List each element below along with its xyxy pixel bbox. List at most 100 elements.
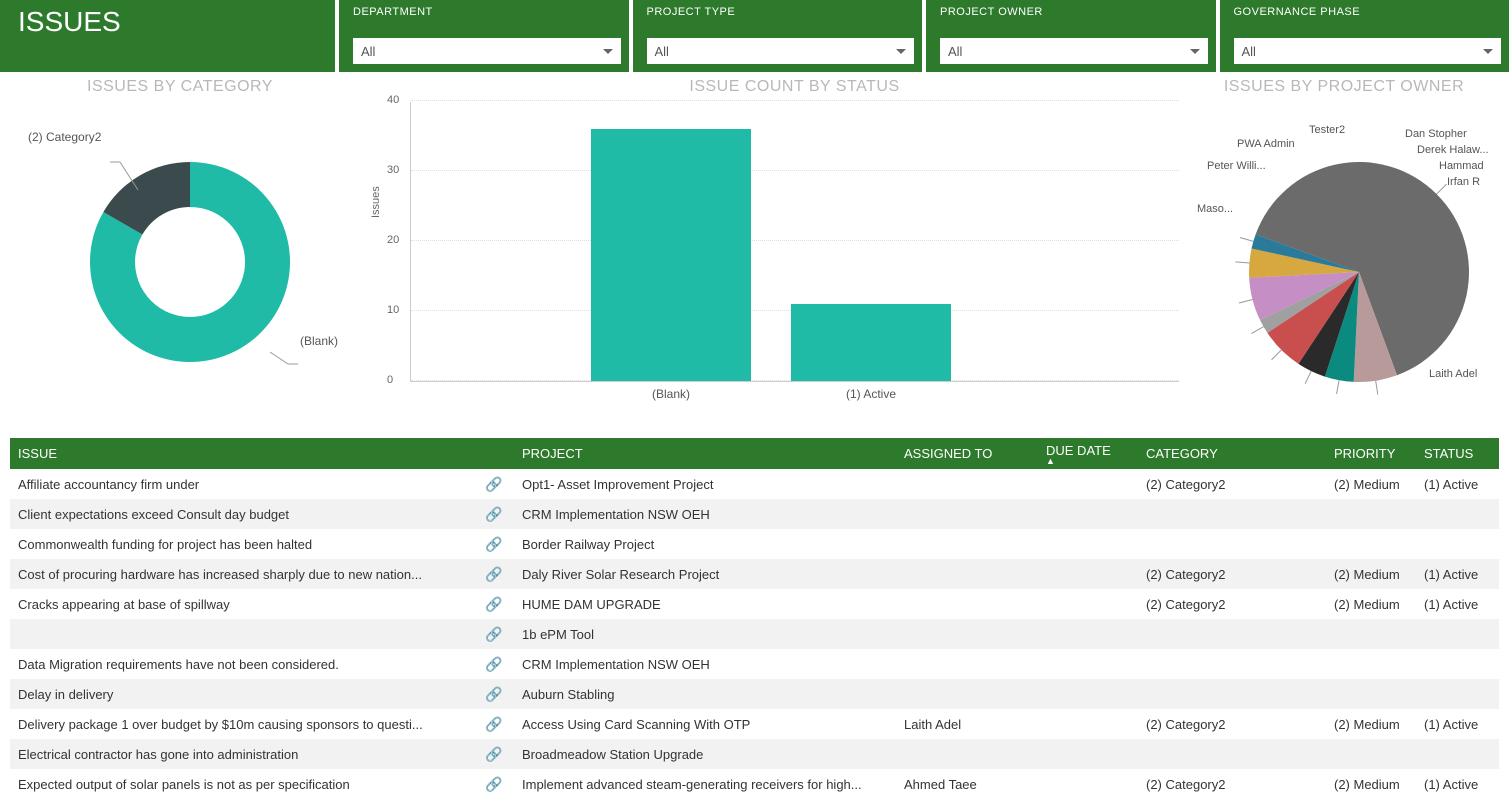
cell-link[interactable]: 🔗	[474, 681, 514, 708]
pie-label: Laith Adel	[1429, 368, 1477, 380]
cell-category: (2) Category2	[1138, 712, 1326, 737]
table-row[interactable]: Expected output of solar panels is not a…	[10, 769, 1499, 799]
cell-due	[1038, 629, 1138, 639]
cell-assigned	[896, 599, 1038, 609]
cell-issue: Electrical contractor has gone into admi…	[10, 742, 474, 767]
issues-table: ISSUE PROJECT ASSIGNED TO DUE DATE ▲ CAT…	[10, 437, 1499, 799]
link-icon: 🔗	[485, 596, 502, 612]
cell-priority	[1326, 509, 1416, 519]
link-icon: 🔗	[485, 536, 502, 552]
table-row[interactable]: Data Migration requirements have not bee…	[10, 649, 1499, 679]
cell-link[interactable]: 🔗	[474, 531, 514, 558]
cell-project: Opt1- Asset Improvement Project	[514, 472, 896, 497]
link-icon: 🔗	[485, 776, 502, 792]
cell-link[interactable]: 🔗	[474, 591, 514, 618]
cell-assigned	[896, 749, 1038, 759]
cell-link[interactable]: 🔗	[474, 741, 514, 768]
cell-project: Implement advanced steam-generating rece…	[514, 772, 896, 797]
col-issue[interactable]: ISSUE	[10, 441, 474, 466]
col-category[interactable]: CATEGORY	[1138, 441, 1326, 466]
col-project[interactable]: PROJECT	[514, 441, 896, 466]
cell-priority: (2) Medium	[1326, 772, 1416, 797]
cell-project: Auburn Stabling	[514, 682, 896, 707]
cell-priority: (2) Medium	[1326, 472, 1416, 497]
filter-value: All	[1242, 44, 1256, 59]
donut-label-blank: (Blank)	[300, 334, 338, 348]
cell-category: (2) Category2	[1138, 772, 1326, 797]
filter-select-project-owner[interactable]: All	[940, 38, 1208, 64]
cell-due	[1038, 599, 1138, 609]
link-icon: 🔗	[485, 686, 502, 702]
col-priority[interactable]: PRIORITY	[1326, 441, 1416, 466]
cell-link[interactable]: 🔗	[474, 501, 514, 528]
cell-status	[1416, 749, 1499, 759]
cell-category	[1138, 509, 1326, 519]
sort-ascending-icon: ▲	[1046, 458, 1130, 464]
filter-value: All	[948, 44, 962, 59]
cell-due	[1038, 689, 1138, 699]
link-icon: 🔗	[485, 506, 502, 522]
cell-category	[1138, 659, 1326, 669]
table-row[interactable]: Affiliate accountancy firm under🔗Opt1- A…	[10, 469, 1499, 499]
col-assigned-to[interactable]: ASSIGNED TO	[896, 441, 1038, 466]
donut-chart-svg	[10, 102, 350, 402]
col-due-date[interactable]: DUE DATE ▲	[1038, 438, 1138, 469]
filter-project-type: PROJECT TYPE All	[629, 0, 923, 72]
cell-category: (2) Category2	[1138, 472, 1326, 497]
chart-issues-by-project-owner[interactable]: ISSUES BY PROJECT OWNER Laith Adel Maso..…	[1189, 78, 1499, 405]
pie-label: Irfan R	[1447, 176, 1480, 188]
table-row[interactable]: Cost of procuring hardware has increased…	[10, 559, 1499, 589]
filter-select-project-type[interactable]: All	[647, 38, 915, 64]
cell-link[interactable]: 🔗	[474, 651, 514, 678]
table-row[interactable]: Delivery package 1 over budget by $10m c…	[10, 709, 1499, 739]
cell-link[interactable]: 🔗	[474, 471, 514, 498]
gridline: 20	[411, 240, 1179, 241]
chart-title: ISSUES BY PROJECT OWNER	[1189, 78, 1499, 96]
cell-priority	[1326, 629, 1416, 639]
bar-plot-area: 010203040(Blank)(1) Active	[410, 102, 1179, 382]
cell-link[interactable]: 🔗	[474, 561, 514, 588]
table-row[interactable]: Client expectations exceed Consult day b…	[10, 499, 1499, 529]
cell-category: (2) Category2	[1138, 592, 1326, 617]
cell-issue: Cracks appearing at base of spillway	[10, 592, 474, 617]
chart-issue-count-by-status[interactable]: ISSUE COUNT BY STATUS Issues 010203040(B…	[360, 78, 1179, 405]
cell-status: (1) Active	[1416, 562, 1499, 587]
cell-assigned	[896, 659, 1038, 669]
cell-due	[1038, 509, 1138, 519]
cell-category	[1138, 689, 1326, 699]
cell-assigned	[896, 509, 1038, 519]
cell-status: (1) Active	[1416, 772, 1499, 797]
cell-status: (1) Active	[1416, 472, 1499, 497]
cell-link[interactable]: 🔗	[474, 621, 514, 648]
cell-project: HUME DAM UPGRADE	[514, 592, 896, 617]
table-row[interactable]: Delay in delivery🔗Auburn Stabling	[10, 679, 1499, 709]
table-row[interactable]: 🔗1b ePM Tool	[10, 619, 1499, 649]
cell-issue: Expected output of solar panels is not a…	[10, 772, 474, 797]
pie-label: Maso...	[1197, 203, 1233, 215]
table-row[interactable]: Cracks appearing at base of spillway 🔗 HUM…	[10, 589, 1499, 619]
cell-category: (2) Category2	[1138, 562, 1326, 587]
bar[interactable]	[591, 129, 751, 381]
table-row[interactable]: Electrical contractor has gone into admi…	[10, 739, 1499, 769]
cell-priority	[1326, 689, 1416, 699]
pie-label: Hammad	[1439, 160, 1484, 172]
link-icon: 🔗	[485, 746, 502, 762]
bar[interactable]	[791, 304, 951, 381]
pie-label: Peter Willi...	[1207, 160, 1266, 172]
filter-governance-phase: GOVERNANCE PHASE All	[1216, 0, 1509, 72]
cell-due	[1038, 569, 1138, 579]
cell-status	[1416, 629, 1499, 639]
cell-issue: Data Migration requirements have not bee…	[10, 652, 474, 677]
bar-category-label: (Blank)	[591, 387, 751, 401]
cell-due	[1038, 719, 1138, 729]
col-status[interactable]: STATUS	[1416, 441, 1499, 466]
chart-issues-by-category[interactable]: ISSUES BY CATEGORY (2) Category2 (Blank)	[10, 78, 350, 405]
cell-issue	[10, 629, 474, 639]
chevron-down-icon	[603, 49, 613, 54]
cell-link[interactable]: 🔗	[474, 711, 514, 738]
cell-link[interactable]: 🔗	[474, 771, 514, 798]
table-row[interactable]: Commonwealth funding for project has bee…	[10, 529, 1499, 559]
filter-select-department[interactable]: All	[353, 38, 621, 64]
link-icon: 🔗	[485, 626, 502, 642]
filter-select-governance-phase[interactable]: All	[1234, 38, 1502, 64]
